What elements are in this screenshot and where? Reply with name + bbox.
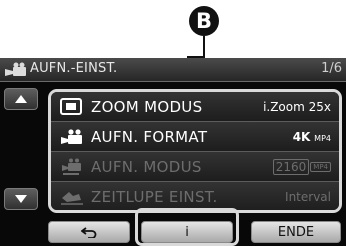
- menu-item-value: i.Zoom 25x: [263, 100, 331, 114]
- scroll-controls: [4, 88, 40, 238]
- value-badge: MP4: [310, 162, 331, 172]
- camera-screen: AUFN.-EINST. 1/6 ZOOM MODUS i.Zoom 25x A…: [0, 58, 346, 246]
- scroll-down-button[interactable]: [4, 188, 38, 210]
- slow-motion-icon: [61, 192, 83, 205]
- triangle-up-icon: [15, 95, 27, 103]
- return-arrow-icon: [81, 227, 97, 238]
- menu-item-label: ZEITLUPE EINST.: [91, 188, 218, 206]
- value-text: 2160: [272, 159, 310, 175]
- movie-camera-icon: [61, 129, 82, 144]
- menu-item-label: AUFN. MODUS: [91, 158, 202, 176]
- settings-menu-list: ZOOM MODUS i.Zoom 25x AUFN. FORMAT 4K MP…: [48, 89, 342, 213]
- zoom-mode-icon: [60, 98, 82, 115]
- callout-badge-b: B: [189, 6, 219, 36]
- callout-leader-vertical: [203, 36, 205, 58]
- menu-item-value: 4K MP4: [293, 130, 331, 144]
- movie-camera-icon: [5, 62, 26, 76]
- value-badge: MP4: [314, 134, 331, 143]
- menu-item-label: ZOOM MODUS: [91, 98, 203, 116]
- callout-letter: B: [195, 9, 212, 33]
- movie-mode-icon: [62, 158, 81, 175]
- menu-item-value: 2160 MP4: [272, 159, 331, 175]
- scroll-up-button[interactable]: [4, 88, 38, 110]
- menu-item-rec-format[interactable]: AUFN. FORMAT 4K MP4: [51, 122, 339, 152]
- back-button[interactable]: [48, 221, 130, 243]
- menu-item-zoom-mode[interactable]: ZOOM MODUS i.Zoom 25x: [51, 92, 339, 122]
- menu-item-label: AUFN. FORMAT: [91, 128, 208, 146]
- info-button[interactable]: i: [141, 221, 233, 243]
- menu-item-value: Interval: [285, 190, 331, 204]
- menu-item-rec-mode[interactable]: AUFN. MODUS 2160 MP4: [51, 152, 339, 182]
- page-indicator: 1/6: [321, 61, 342, 76]
- end-button[interactable]: ENDE: [251, 221, 341, 243]
- value-text: 4K: [292, 130, 311, 144]
- title-bar: AUFN.-EINST. 1/6: [0, 58, 346, 82]
- menu-title: AUFN.-EINST.: [30, 61, 118, 76]
- triangle-down-icon: [15, 195, 27, 203]
